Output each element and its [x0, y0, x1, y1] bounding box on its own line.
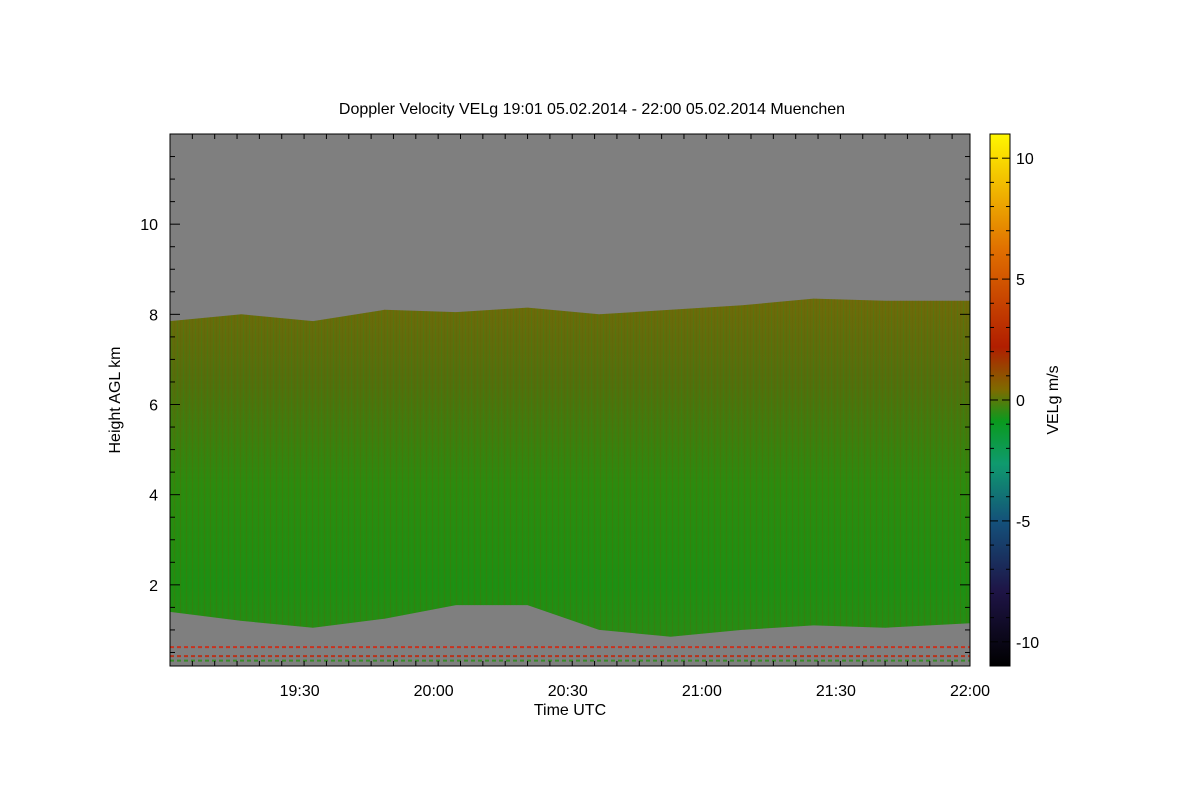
x-tick-label: 22:00 [950, 683, 990, 700]
x-tick-label: 20:30 [548, 683, 588, 700]
x-axis-label: Time UTC [534, 702, 606, 719]
y-tick-label: 8 [149, 307, 158, 324]
colorbar-tick-label: 0 [1016, 393, 1025, 410]
colorbar-tick-label: -5 [1016, 514, 1030, 531]
chart-title: Doppler Velocity VELg 19:01 05.02.2014 -… [339, 101, 845, 118]
y-tick-label: 10 [140, 217, 158, 234]
cloud-texture [170, 298, 970, 637]
y-axis-label: Height AGL km [107, 346, 124, 453]
x-tick-label: 20:00 [414, 683, 454, 700]
colorbar-tick-label: 5 [1016, 272, 1025, 289]
colorbar-tick-label: -10 [1016, 635, 1039, 652]
colorbar-tick-label: 10 [1016, 151, 1034, 168]
y-tick-label: 6 [149, 398, 158, 415]
x-tick-label: 19:30 [280, 683, 320, 700]
colorbar: 10 5 0 -5 -10 VELg m/s [989, 133, 1062, 667]
x-tick-label: 21:00 [682, 683, 722, 700]
plot-area [170, 134, 970, 666]
chart: Doppler Velocity VELg 19:01 05.02.2014 -… [107, 101, 1062, 719]
x-tick-label: 21:30 [816, 683, 856, 700]
y-tick-label: 4 [149, 488, 158, 505]
colorbar-label: VELg m/s [1045, 365, 1062, 434]
y-tick-label: 2 [149, 578, 158, 595]
